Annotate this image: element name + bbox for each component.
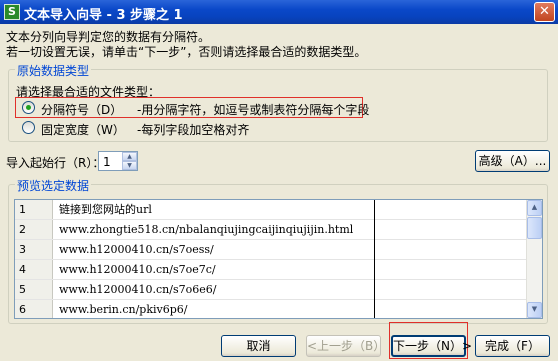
scroll-down-arrow-icon[interactable]: ▼ xyxy=(527,302,542,318)
spin-up-arrow-icon[interactable]: ▲ xyxy=(122,152,137,161)
window-title: 文本导入向导 - 3 步骤之 1 xyxy=(24,8,183,23)
start-row-label: 导入起始行（R）： xyxy=(6,156,105,170)
preview-row: 6 www.berin.cn/pkiv6p6/ xyxy=(15,300,528,318)
intro-line-1: 文本分列向导判定您的数据有分隔符。 xyxy=(6,30,211,44)
wps-app-icon: S xyxy=(4,4,20,20)
row-value: 链接到您网站的url xyxy=(59,203,152,216)
cancel-button[interactable]: 取消 xyxy=(221,335,296,357)
advanced-button[interactable]: 高级（A）... xyxy=(475,150,550,172)
scrollbar-thumb[interactable] xyxy=(527,217,542,239)
row-number: 4 xyxy=(15,260,53,279)
preview-row: 5 www.h12000410.cn/s7o6e6/ xyxy=(15,280,528,300)
back-button[interactable]: <上一步（B） xyxy=(306,335,385,357)
intro-text: 文本分列向导判定您的数据有分隔符。 若一切设置无误，请单击“下一步”，否则请选择… xyxy=(6,30,366,60)
delimited-option-label[interactable]: 分隔符号（D） xyxy=(41,101,122,118)
row-number: 2 xyxy=(15,220,53,239)
fixed-width-radio[interactable] xyxy=(22,121,35,134)
preview-row: 3 www.h12000410.cn/s7oess/ xyxy=(15,240,528,260)
row-value: www.zhongtie518.cn/nbalanqiujingcaijinqi… xyxy=(59,223,354,236)
title-bar: S 文本导入向导 - 3 步骤之 1 ✕ xyxy=(0,0,558,24)
scroll-up-arrow-icon[interactable]: ▲ xyxy=(527,200,542,216)
column-divider[interactable] xyxy=(374,200,375,318)
start-row-spinner[interactable]: 1 ▲ ▼ xyxy=(98,151,138,171)
preview-grid[interactable]: 1 链接到您网站的url 2 www.zhongtie518.cn/nbalan… xyxy=(14,199,543,319)
fixed-width-option-desc: -每列字段加空格对齐 xyxy=(137,123,250,137)
start-row-value[interactable]: 1 xyxy=(103,155,111,169)
finish-button[interactable]: 完成（F） xyxy=(475,335,550,357)
delimited-radio[interactable] xyxy=(22,101,35,114)
close-button[interactable]: ✕ xyxy=(534,2,555,22)
preview-row: 2 www.zhongtie518.cn/nbalanqiujingcaijin… xyxy=(15,220,528,240)
row-value: www.h12000410.cn/s7oess/ xyxy=(59,243,214,256)
row-number: 6 xyxy=(15,300,53,318)
intro-line-2: 若一切设置无误，请单击“下一步”，否则请选择最合适的数据类型。 xyxy=(6,45,367,59)
group-label-original-type: 原始数据类型 xyxy=(15,62,92,79)
spinner-buttons[interactable]: ▲ ▼ xyxy=(122,152,137,170)
row-number: 5 xyxy=(15,280,53,299)
group-label-preview: 预览选定数据 xyxy=(15,177,92,194)
preview-row: 4 www.h12000410.cn/s7oe7c/ xyxy=(15,260,528,280)
fixed-width-option-label[interactable]: 固定宽度（W） xyxy=(41,121,125,138)
row-value: www.h12000410.cn/s7o6e6/ xyxy=(59,283,217,296)
vertical-scrollbar[interactable]: ▲ ▼ xyxy=(526,200,542,318)
row-number: 1 xyxy=(15,200,53,219)
delimited-option-desc: -用分隔字符，如逗号或制表符分隔每个字段 xyxy=(137,103,370,117)
spin-down-arrow-icon[interactable]: ▼ xyxy=(122,161,137,170)
row-value: www.berin.cn/pkiv6p6/ xyxy=(59,303,188,316)
preview-row: 1 链接到您网站的url xyxy=(15,200,528,220)
row-number: 3 xyxy=(15,240,53,259)
row-value: www.h12000410.cn/s7oe7c/ xyxy=(59,263,216,276)
next-button[interactable]: 下一步（N）> xyxy=(391,335,472,357)
